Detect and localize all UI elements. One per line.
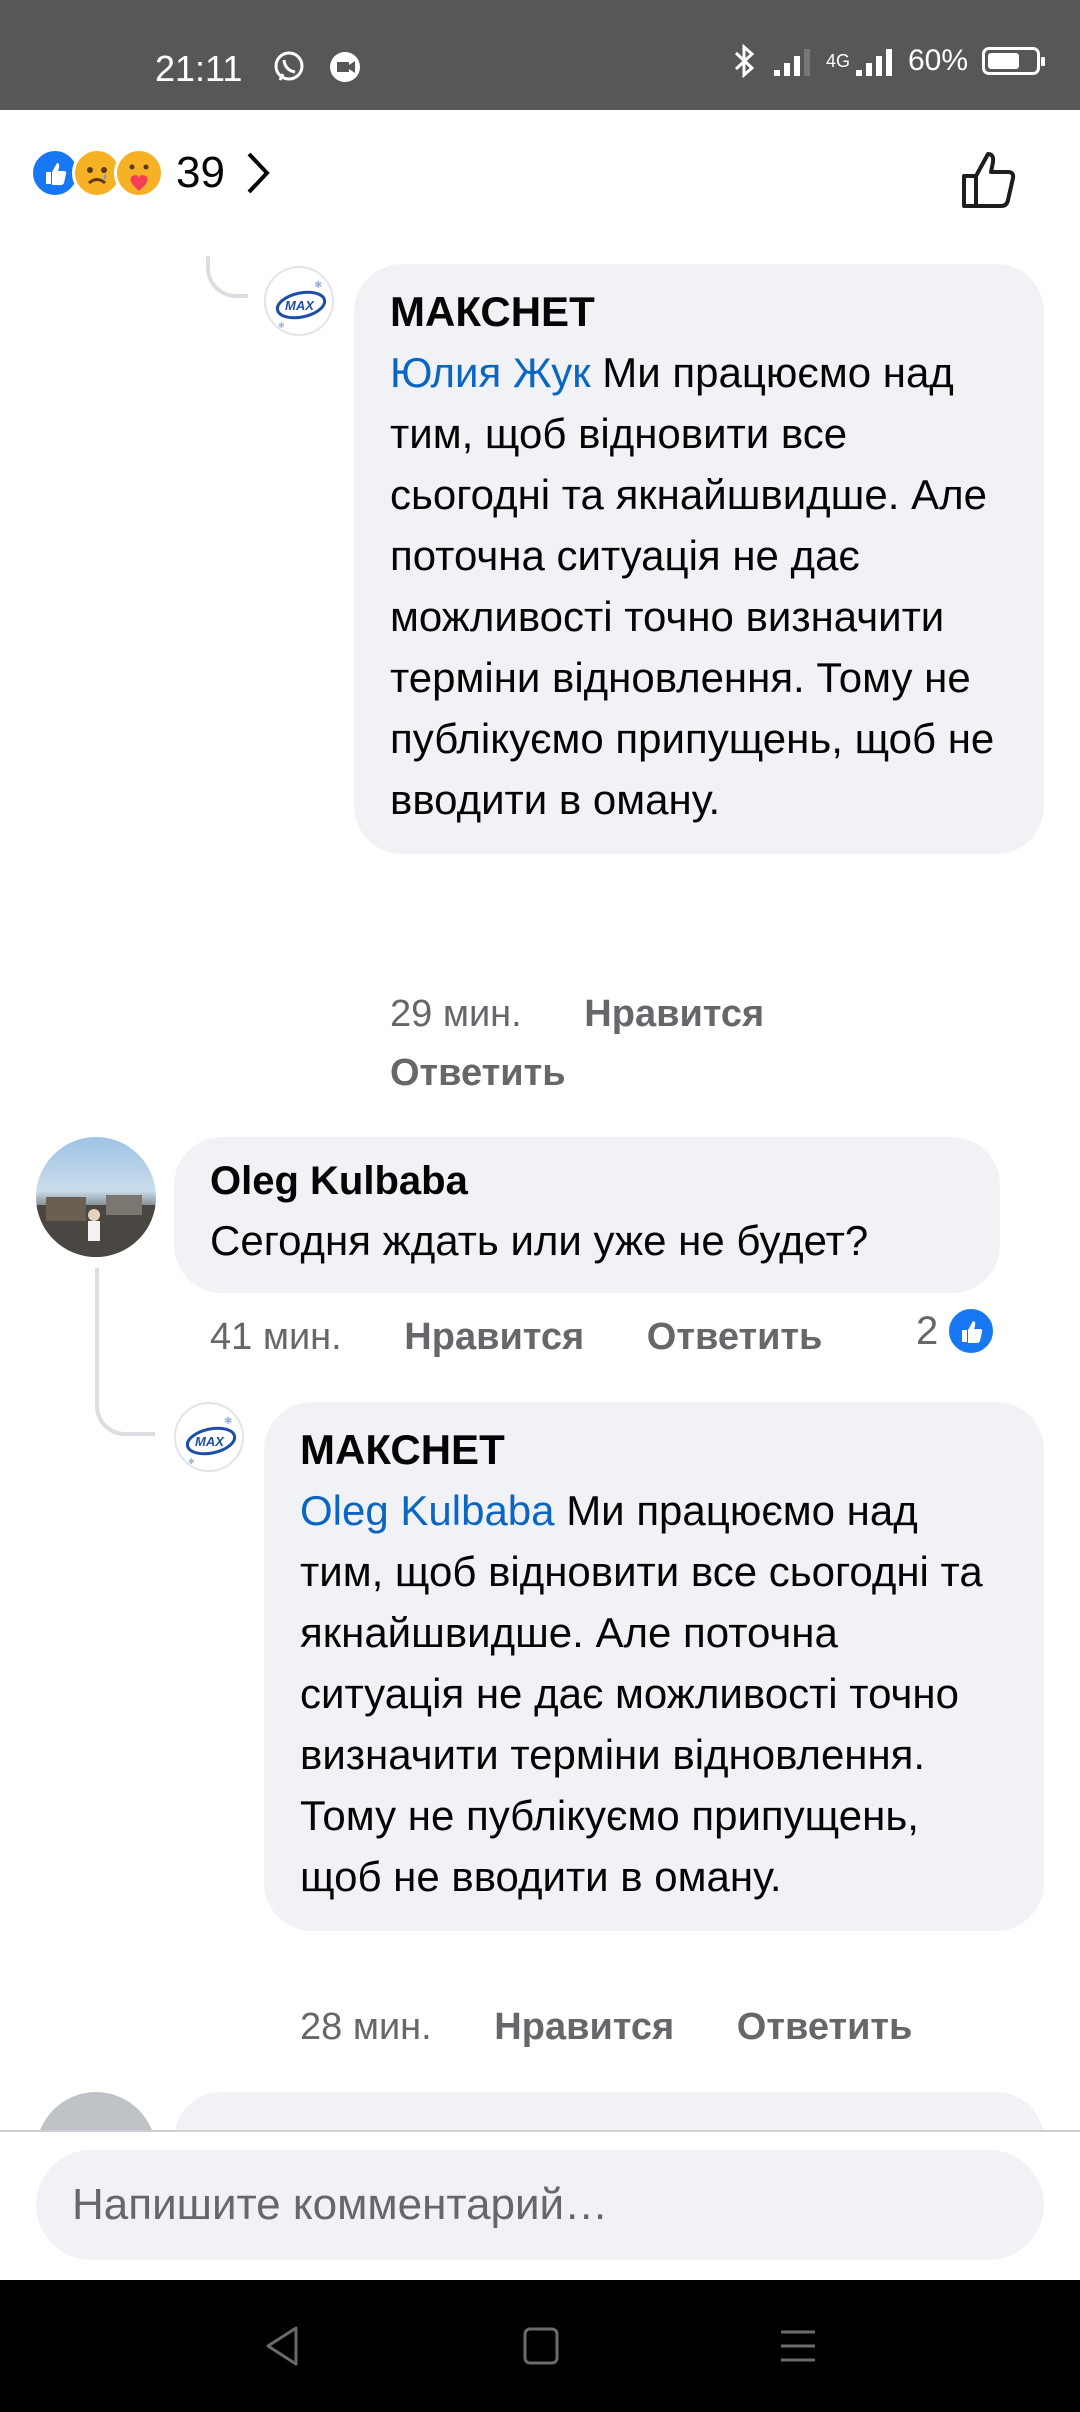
- thread-connector: [95, 1380, 155, 1436]
- menu-icon[interactable]: [778, 2324, 818, 2368]
- comment-time: 28 мин.: [300, 2006, 432, 2048]
- thread-connector: [206, 256, 248, 298]
- comment-meta: 29 мин. Нравится: [390, 993, 764, 1036]
- comment-bubble[interactable]: МАКСНЕТ Юлия Жук Ми працюємо над тим, що…: [354, 264, 1044, 854]
- like-icon: [946, 1306, 997, 1356]
- battery-percent: 60%: [907, 44, 968, 77]
- signal-icon-2: [855, 49, 892, 76]
- record-icon: [330, 52, 360, 82]
- bluetooth-icon: [734, 44, 755, 78]
- svg-text:MAX: MAX: [285, 298, 315, 313]
- comment-author[interactable]: МАКСНЕТ: [300, 1426, 1008, 1474]
- comment-text: Oleg Kulbaba Ми працюємо над тим, щоб ві…: [300, 1487, 983, 1900]
- status-time: 21:11: [155, 48, 243, 89]
- reply-link[interactable]: Ответить: [647, 1316, 823, 1358]
- comment-input[interactable]: Напишите комментарий…: [36, 2150, 1044, 2260]
- viber-icon: [274, 51, 304, 81]
- care-icon: [114, 148, 164, 198]
- svg-text:✱: ✱: [188, 1457, 195, 1466]
- mention-link[interactable]: Юлия Жук: [390, 349, 591, 396]
- comment-bubble[interactable]: Oleg Kulbaba Сегодня ждать или уже не бу…: [174, 1137, 1000, 1293]
- svg-text:✱: ✱: [224, 1416, 232, 1427]
- like-button[interactable]: [958, 148, 1022, 212]
- comment-input-placeholder: Напишите комментарий…: [72, 2180, 609, 2229]
- reply-link[interactable]: Ответить: [737, 2006, 913, 2048]
- like-link[interactable]: Нравится: [494, 2006, 674, 2048]
- comment-meta: 28 мин. Нравится Ответить: [300, 2006, 912, 2049]
- like-link[interactable]: Нравится: [584, 993, 764, 1035]
- svg-text:✱: ✱: [314, 280, 322, 291]
- maksnet-avatar[interactable]: MAX ✱ ✱: [174, 1402, 244, 1472]
- status-bar: 21:11 4G 60%: [0, 0, 1080, 110]
- signal-icon: [773, 49, 810, 76]
- comment-bubble[interactable]: МАКСНЕТ Oleg Kulbaba Ми працюємо над тим…: [264, 1402, 1044, 1931]
- maksnet-avatar[interactable]: MAX ✱ ✱: [264, 266, 334, 336]
- comment-meta: 41 мин. Нравится Ответить: [210, 1316, 822, 1359]
- mention-link[interactable]: Oleg Kulbaba: [300, 1487, 555, 1534]
- battery-icon: [982, 47, 1045, 75]
- home-icon[interactable]: [522, 2324, 560, 2368]
- comment-author[interactable]: Oleg Kulbaba: [210, 1159, 964, 1204]
- like-count: 2: [916, 1308, 939, 1353]
- svg-text:MAX: MAX: [195, 1434, 225, 1449]
- comment-text: Юлия Жук Ми працюємо над тим, щоб віднов…: [390, 349, 995, 823]
- chevron-right-icon: [247, 152, 270, 194]
- comment-text: Сегодня ждать или уже не будет?: [210, 1217, 869, 1264]
- network-type: 4G: [825, 50, 850, 71]
- user-avatar[interactable]: [36, 1137, 156, 1257]
- comment-time: 41 мин.: [210, 1316, 342, 1358]
- system-nav-bar: [0, 2280, 1080, 2412]
- reactions-summary[interactable]: 39: [30, 148, 273, 198]
- status-right: 4G 60%: [732, 44, 1045, 78]
- back-icon[interactable]: [262, 2324, 302, 2368]
- svg-text:✱: ✱: [278, 321, 285, 330]
- like-link[interactable]: Нравится: [404, 1316, 584, 1358]
- comment-time: 29 мин.: [390, 993, 522, 1035]
- comment-likes[interactable]: 2: [916, 1306, 997, 1356]
- reply-link[interactable]: Ответить: [390, 1052, 566, 1095]
- comment-author[interactable]: МАКСНЕТ: [390, 288, 1008, 336]
- reaction-count: 39: [176, 148, 225, 197]
